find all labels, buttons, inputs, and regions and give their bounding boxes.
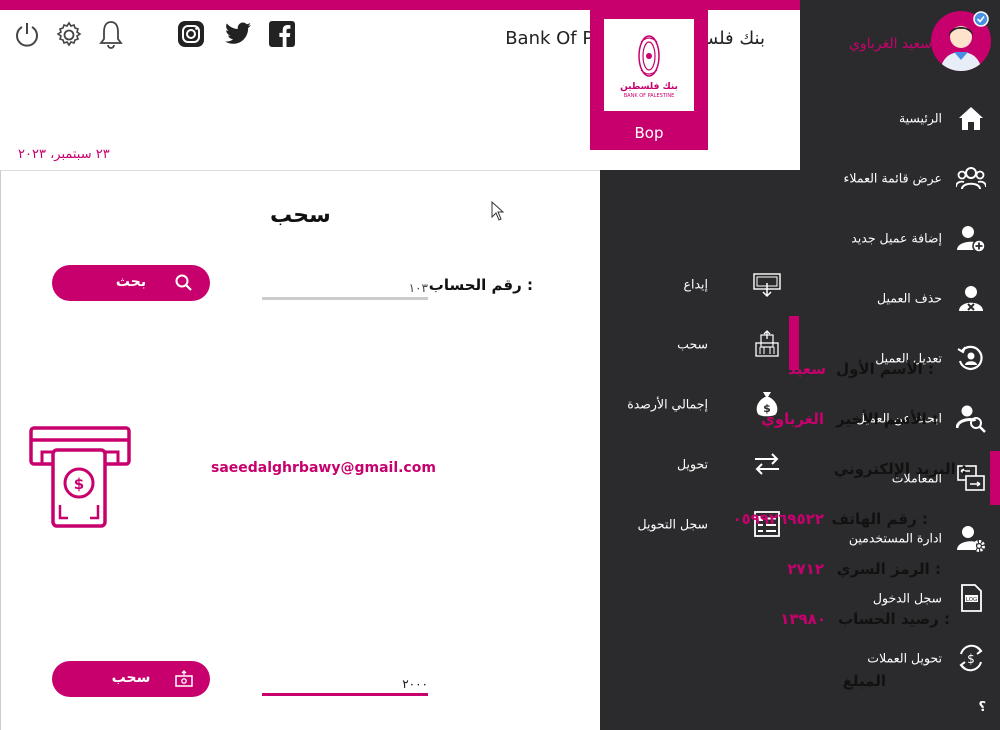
last-name-value: الغرباوي: [761, 410, 824, 428]
sidebar-item-currency-exchange[interactable]: تحويل العملات $: [800, 628, 1000, 688]
amount-input[interactable]: [262, 675, 428, 693]
subnav-item-deposit[interactable]: إيداع: [600, 254, 800, 314]
sidebar-item-label: سجل الدخول: [872, 590, 942, 606]
sidebar-active-indicator: [990, 451, 1000, 505]
settings-icon[interactable]: [54, 20, 84, 50]
twitter-icon[interactable]: [224, 22, 252, 46]
user-delete-icon: [959, 286, 983, 311]
subnav-item-label: تحويل: [677, 456, 708, 472]
transactions-subnav: إيداع سحب إجمالي الأرصدة $ تحويل سجل الت…: [600, 170, 800, 730]
sidebar-item-label: حذف العميل: [877, 290, 942, 306]
sidebar-item-label: الرئيسية: [898, 110, 942, 126]
withdraw-icon: [755, 330, 779, 357]
account-number-input[interactable]: [262, 279, 428, 297]
user-add-icon: [957, 226, 986, 253]
logo-caption: Bop: [634, 124, 664, 142]
logo-box: بنك فلسطين BANK OF PALESTINE Bop: [590, 10, 708, 150]
sidebar-item-label: ادارة المستخدمين: [848, 530, 942, 546]
amount-label: المبلغ: [842, 672, 886, 690]
subnav-item-label: سجل التحويل: [637, 516, 708, 532]
email-value: saeedalghrbawy@gmail.com: [211, 460, 436, 476]
sidebar-item-customers-list[interactable]: عرض قائمة العملاء: [800, 148, 1000, 208]
phone-label: رقم الهاتف :: [831, 510, 928, 528]
facebook-icon[interactable]: [269, 21, 295, 47]
pin-label: الرمز السري :: [836, 560, 941, 578]
atm-withdraw-illustration: $: [29, 426, 131, 528]
first-name-label: الأسم الأول :: [836, 360, 934, 378]
last-name-label: الأسم الأخير :: [836, 410, 938, 428]
user-profile[interactable]: سعيد الغرباوي: [800, 0, 1000, 90]
search-icon: [175, 274, 192, 291]
mouse-cursor-icon: [491, 201, 505, 221]
home-icon: [959, 107, 983, 130]
sidebar-item-add-customer[interactable]: إضافة عميل جديد: [800, 208, 1000, 268]
sidebar-item-edit-customer[interactable]: تعديل العميل: [800, 328, 1000, 388]
sidebar-item-label: عرض قائمة العملاء: [843, 170, 942, 186]
balance-value: ١٣٩٨٠: [780, 610, 826, 628]
avatar: [931, 11, 991, 71]
user-edit-icon: [957, 345, 983, 370]
deposit-icon: [753, 273, 781, 298]
sidebar-item-home[interactable]: الرئيسية: [800, 88, 1000, 148]
sidebar-item-label: تحويل العملات: [867, 650, 942, 666]
power-icon[interactable]: [12, 20, 42, 50]
user-search-icon: [956, 405, 986, 433]
sidebar-item-delete-customer[interactable]: حذف العميل: [800, 268, 1000, 328]
withdraw-button[interactable]: سحب: [52, 661, 210, 697]
svg-text:$: $: [967, 652, 975, 666]
svg-text:LOG: LOG: [966, 597, 977, 603]
account-number-underline: [262, 297, 428, 300]
cash-icon: [175, 670, 193, 687]
instagram-icon[interactable]: [178, 21, 204, 47]
search-button[interactable]: بحث: [52, 265, 210, 301]
user-settings-icon: [957, 526, 985, 552]
amount-underline: [262, 693, 428, 696]
currency-exchange-icon: $: [959, 644, 983, 672]
subnav-item-label: إيداع: [683, 276, 708, 292]
transfer-icon: [755, 453, 779, 475]
user-name: سعيد الغرباوي: [848, 36, 932, 52]
subnav-item-label: إجمالي الأرصدة: [627, 396, 708, 412]
log-icon: LOG: [961, 584, 982, 612]
sidebar-item-label: إضافة عميل جديد: [851, 230, 942, 246]
svg-text:$: $: [74, 475, 84, 493]
subnav-item-withdraw[interactable]: سحب: [600, 314, 800, 374]
account-number-label: رقم الحساب :: [428, 276, 533, 294]
page-title: سحب: [270, 203, 331, 228]
users-icon: [956, 167, 986, 190]
subnav-item-label: سحب: [677, 336, 708, 352]
bank-emblem-icon: [638, 34, 660, 77]
email-label: البريد الإلكتروني :: [833, 460, 967, 478]
balance-label: رصيد الحساب :: [838, 610, 950, 628]
top-accent-bar: [0, 0, 800, 10]
pin-value: ٢٧١٢: [787, 560, 824, 578]
sidebar-item-transactions[interactable]: المعاملات: [800, 448, 1000, 508]
logo-text-en: BANK OF PALESTINE: [623, 92, 675, 99]
bank-logo: بنك فلسطين BANK OF PALESTINE: [604, 19, 694, 111]
current-date: ٢٣ سبتمبر، ٢٠٢٣: [18, 147, 110, 162]
bell-icon[interactable]: [96, 18, 126, 50]
subnav-item-transfer[interactable]: تحويل: [600, 434, 800, 494]
phone-value: ٠٥٩٩٢٦٩٥٢٢: [732, 510, 824, 528]
first-name-value: سعيد: [787, 360, 826, 378]
help-icon[interactable]: ؟: [978, 700, 986, 715]
logo-text-ar: بنك فلسطين: [620, 81, 678, 92]
